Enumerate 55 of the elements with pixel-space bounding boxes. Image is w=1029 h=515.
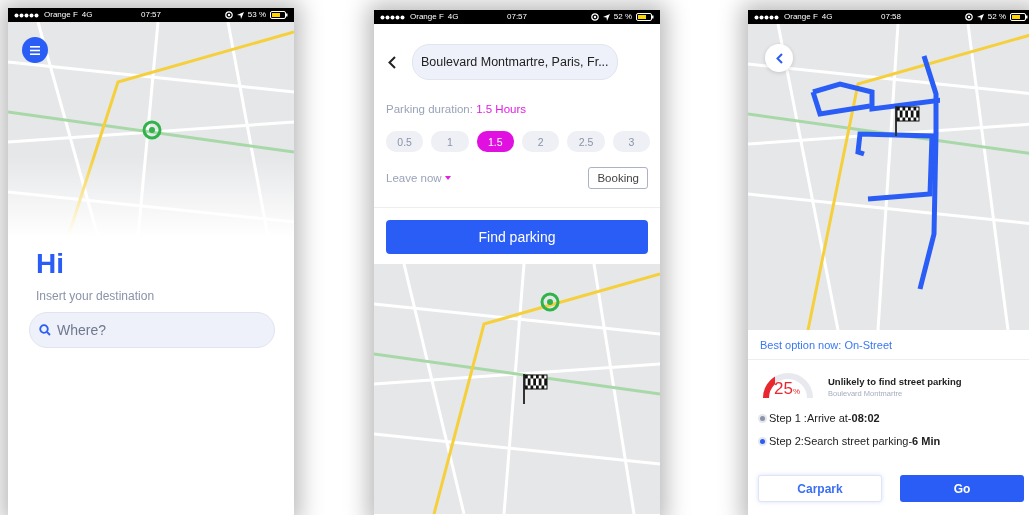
booking-button[interactable]: Booking <box>588 167 648 189</box>
search-icon <box>39 324 51 336</box>
carpark-button[interactable]: Carpark <box>758 475 882 502</box>
clock-time: 07:57 <box>141 10 161 20</box>
menu-icon <box>30 45 40 55</box>
checkered-flag-icon <box>894 106 920 136</box>
battery-icon <box>1010 13 1028 21</box>
back-chevron-icon <box>388 55 396 69</box>
best-option-text: Best option now: On-Street <box>748 330 1029 360</box>
battery-icon <box>270 11 288 19</box>
headline-text: Unlikely to find street parking <box>828 376 962 387</box>
back-button[interactable] <box>386 53 398 71</box>
duration-option[interactable]: 2 <box>522 131 560 152</box>
network-type: 4G <box>447 12 459 22</box>
checkered-flag-icon <box>522 374 548 404</box>
go-button[interactable]: Go <box>900 475 1024 502</box>
duration-option[interactable]: 0.5 <box>386 131 424 152</box>
signal-icon <box>380 14 406 20</box>
signal-icon <box>754 14 780 20</box>
battery-icon <box>636 13 654 21</box>
duration-label: Parking duration: 1.5 Hours <box>386 103 527 115</box>
network-type: 4G <box>81 10 93 20</box>
map-pin-icon <box>540 292 560 312</box>
battery-percent: 53 % <box>247 10 266 20</box>
carrier-name: Orange F <box>410 12 444 22</box>
search-field[interactable]: Where? <box>29 312 275 348</box>
duration-option[interactable]: 1 <box>431 131 469 152</box>
duration-option[interactable]: 3 <box>612 131 650 152</box>
carrier-name: Orange F <box>44 10 78 20</box>
probability-value: 25% <box>774 379 801 400</box>
clock-time: 07:58 <box>881 12 901 22</box>
network-type: 4G <box>821 12 833 22</box>
lock-rotation-icon <box>964 13 973 21</box>
signal-icon <box>14 12 40 18</box>
greeting-title: Hi <box>36 247 64 281</box>
step-text: Step 2:Search street parking-6 Min <box>769 435 941 447</box>
duration-option[interactable]: 1.5 <box>476 131 514 152</box>
lock-rotation-icon <box>224 11 233 19</box>
battery-percent: 52 % <box>987 12 1006 22</box>
step-text: Step 1 :Arrive at-08:02 <box>769 412 880 424</box>
subtitle-text: Insert your destination <box>36 289 155 303</box>
battery-percent: 52 % <box>613 12 632 22</box>
location-arrow-icon <box>976 13 984 21</box>
caret-icon <box>444 176 451 180</box>
back-chevron-icon <box>775 52 783 64</box>
address-field[interactable]: Boulevard Montmartre, Paris, Fr... <box>412 44 618 80</box>
location-arrow-icon <box>602 13 610 21</box>
find-parking-button[interactable]: Find parking <box>386 220 648 254</box>
lock-rotation-icon <box>590 13 599 21</box>
carrier-name: Orange F <box>784 12 818 22</box>
duration-option[interactable]: 2.5 <box>567 131 605 152</box>
map-pin-icon <box>142 120 162 140</box>
leave-now-dropdown[interactable]: Leave now <box>386 172 451 184</box>
clock-time: 07:57 <box>507 12 527 22</box>
location-arrow-icon <box>236 11 244 19</box>
